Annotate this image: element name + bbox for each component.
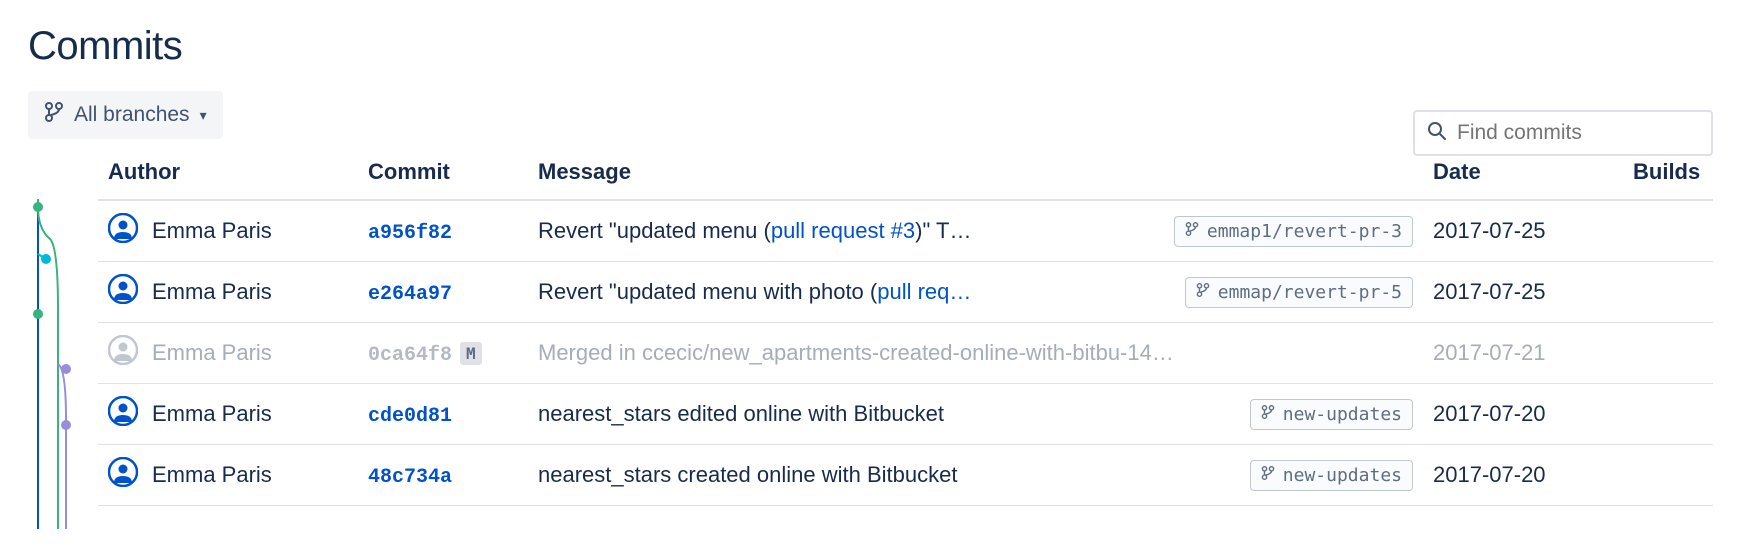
column-header-author[interactable]: Author bbox=[98, 147, 358, 200]
column-header-message[interactable]: Message bbox=[528, 147, 1423, 200]
author-name[interactable]: Emma Paris bbox=[152, 401, 272, 427]
commit-message-text[interactable]: nearest_stars created online with Bitbuc… bbox=[538, 462, 957, 487]
author-name[interactable]: Emma Paris bbox=[152, 340, 272, 366]
commit-hash-link[interactable]: cde0d81 bbox=[368, 405, 452, 428]
builds-cell bbox=[1623, 445, 1713, 506]
commit-message-text[interactable]: nearest_stars edited online with Bitbuck… bbox=[538, 401, 944, 426]
branch-tag-label: emmap1/revert-pr-3 bbox=[1207, 221, 1402, 242]
merge-badge: M bbox=[460, 342, 482, 365]
branch-tag[interactable]: emmap1/revert-pr-3 bbox=[1174, 216, 1413, 247]
avatar-icon bbox=[108, 396, 138, 432]
avatar-icon bbox=[108, 335, 138, 371]
pull-request-link[interactable]: pull request #3 bbox=[771, 218, 915, 243]
builds-cell bbox=[1623, 384, 1713, 445]
table-row: Emma Paris e264a97 Revert "updated menu w… bbox=[98, 262, 1713, 323]
builds-cell bbox=[1623, 323, 1713, 384]
commit-message-suffix: )" T… bbox=[915, 218, 971, 243]
branch-tag-label: new-updates bbox=[1283, 465, 1402, 486]
commit-date: 2017-07-20 bbox=[1433, 462, 1546, 487]
avatar-icon bbox=[108, 457, 138, 493]
commit-date: 2017-07-25 bbox=[1433, 279, 1546, 304]
branch-selector-label: All branches bbox=[74, 103, 190, 127]
table-row: Emma Paris cde0d81 nearest_stars edited o… bbox=[98, 384, 1713, 445]
commit-date: 2017-07-21 bbox=[1433, 340, 1546, 365]
commits-table: Author Commit Message Date Builds Emma P… bbox=[98, 147, 1713, 506]
branch-icon bbox=[1196, 282, 1210, 303]
column-header-builds[interactable]: Builds bbox=[1623, 147, 1713, 200]
branch-tag[interactable]: emmap/revert-pr-5 bbox=[1185, 277, 1413, 308]
column-header-commit[interactable]: Commit bbox=[358, 147, 528, 200]
commit-date: 2017-07-20 bbox=[1433, 401, 1546, 426]
author-name[interactable]: Emma Paris bbox=[152, 218, 272, 244]
branch-tag-label: emmap/revert-pr-5 bbox=[1218, 282, 1402, 303]
branch-tag[interactable]: new-updates bbox=[1250, 460, 1413, 491]
commit-hash-link[interactable]: a956f82 bbox=[368, 222, 452, 245]
commit-message-text[interactable]: Revert "updated menu ( bbox=[538, 218, 771, 243]
commit-graph bbox=[28, 147, 98, 506]
table-row: Emma Paris 0ca64f8 M Merged in ccecic/new_… bbox=[98, 323, 1713, 384]
pull-request-link[interactable]: pull req… bbox=[877, 279, 971, 304]
commit-message-text[interactable]: Revert "updated menu with photo ( bbox=[538, 279, 877, 304]
branch-icon bbox=[1261, 465, 1275, 486]
commit-hash-link[interactable]: e264a97 bbox=[368, 283, 452, 306]
branch-selector-button[interactable]: All branches ▾ bbox=[28, 91, 223, 139]
branch-icon bbox=[1261, 404, 1275, 425]
branch-tag[interactable]: new-updates bbox=[1250, 399, 1413, 430]
branch-tag-label: new-updates bbox=[1283, 404, 1402, 425]
commit-message-text[interactable]: Merged in ccecic/new_apartments-created-… bbox=[538, 340, 1174, 365]
page-title: Commits bbox=[28, 24, 1713, 69]
author-name[interactable]: Emma Paris bbox=[152, 279, 272, 305]
search-icon bbox=[1427, 121, 1447, 146]
chevron-down-icon: ▾ bbox=[200, 107, 207, 124]
builds-cell bbox=[1623, 200, 1713, 262]
table-row: Emma Paris 48c734a nearest_stars created … bbox=[98, 445, 1713, 506]
author-name[interactable]: Emma Paris bbox=[152, 462, 272, 488]
search-input[interactable] bbox=[1455, 120, 1699, 146]
avatar-icon bbox=[108, 213, 138, 249]
avatar-icon bbox=[108, 274, 138, 310]
commit-hash-link[interactable]: 0ca64f8 bbox=[368, 344, 452, 367]
branch-icon bbox=[1185, 221, 1199, 242]
builds-cell bbox=[1623, 262, 1713, 323]
commit-hash-link[interactable]: 48c734a bbox=[368, 466, 452, 489]
commit-date: 2017-07-25 bbox=[1433, 218, 1546, 243]
branch-icon bbox=[44, 101, 64, 129]
table-row: Emma Paris a956f82 Revert "updated menu (… bbox=[98, 200, 1713, 262]
column-header-date[interactable]: Date bbox=[1423, 147, 1623, 200]
